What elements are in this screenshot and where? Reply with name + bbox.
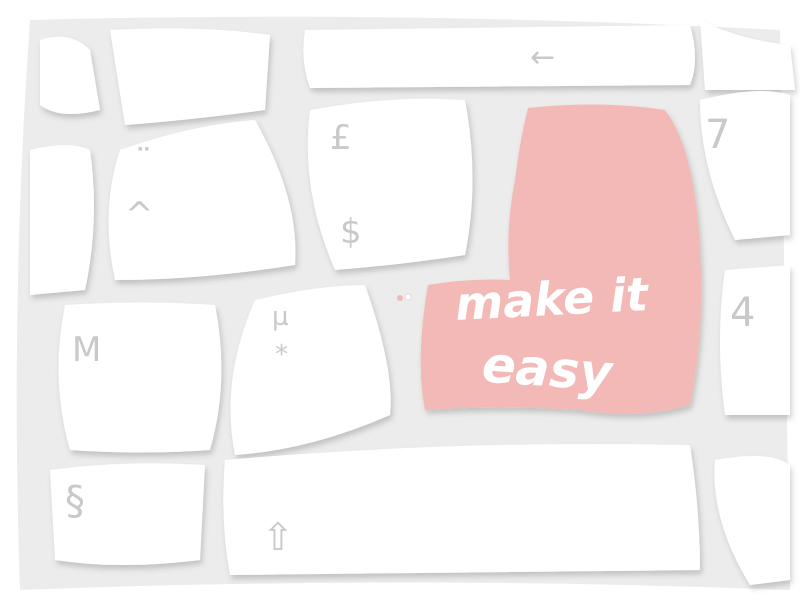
- small-dot: [397, 295, 403, 301]
- key-label-umlaut: ¨: [135, 142, 152, 182]
- keyboard-photo: [16, 16, 795, 590]
- key-label-caret: ^: [125, 195, 154, 235]
- key-label-7: 7: [705, 112, 731, 158]
- key-4: [720, 265, 790, 415]
- key-label-section: §: [65, 478, 85, 524]
- slogan-line-1: make it: [453, 266, 650, 332]
- key-label-pound: £: [330, 118, 352, 158]
- key-label-dollar: $: [340, 212, 362, 252]
- key-label-4: 4: [730, 290, 756, 336]
- key-label-mu: µ: [272, 302, 289, 332]
- key-m: [58, 302, 222, 453]
- key-left-edge: [30, 145, 94, 295]
- shift-arrow-icon: ⇧: [262, 515, 294, 559]
- key-backspace: [303, 25, 695, 88]
- slogan-line-2: easy: [480, 335, 614, 403]
- key-top-1: [110, 28, 270, 125]
- key-label-asterisk: *: [275, 340, 288, 370]
- key-label-m: M: [72, 330, 102, 370]
- backspace-arrow-icon: ←: [530, 40, 556, 75]
- key-shift: [223, 444, 701, 575]
